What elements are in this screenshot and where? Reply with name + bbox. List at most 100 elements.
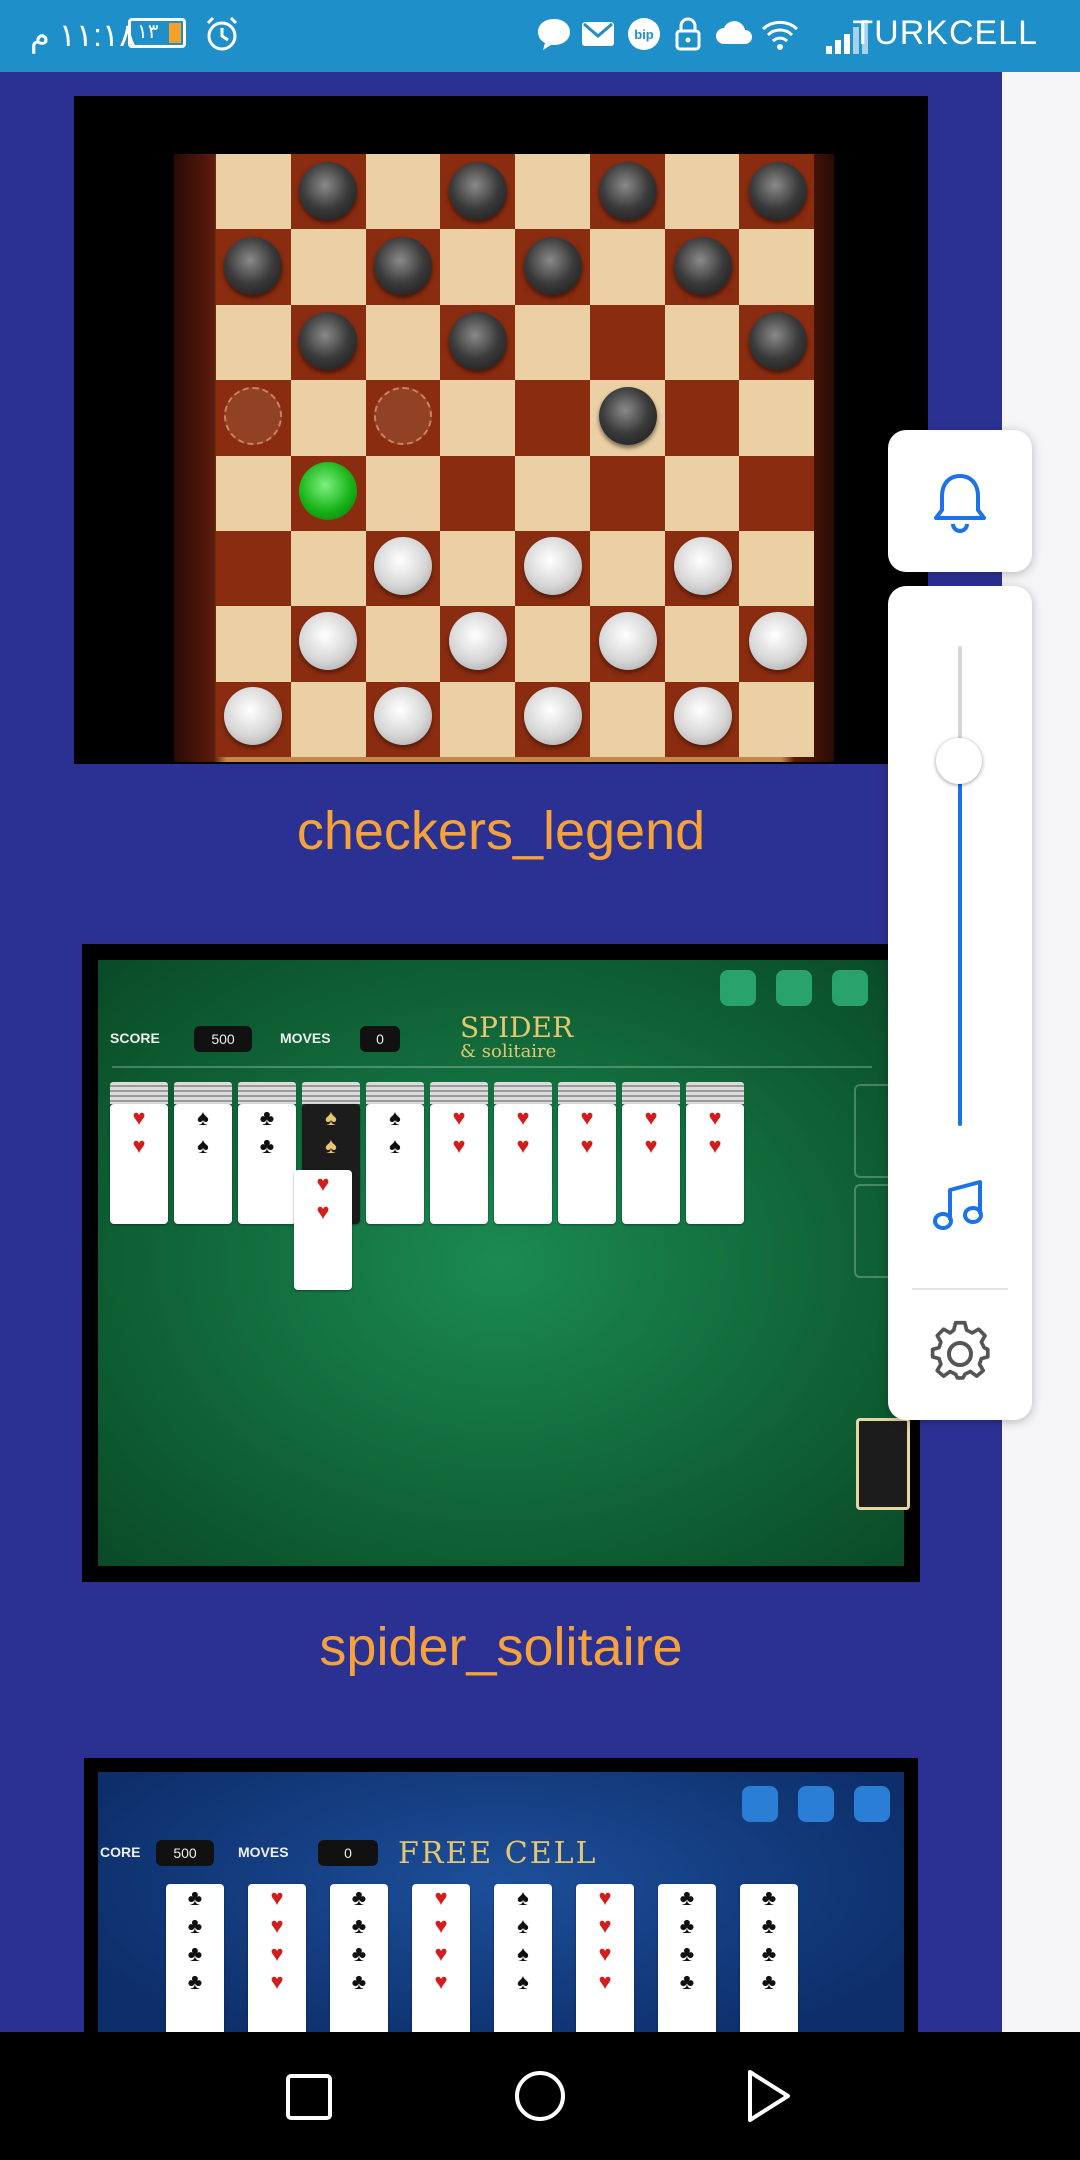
lock-icon [675,17,701,51]
game-thumbnail-checkers-legend[interactable] [74,96,928,764]
checker-piece [524,687,582,745]
checker-piece [224,687,282,745]
cloud-icon [716,21,752,44]
checker-piece [374,537,432,595]
checker-piece [599,612,657,670]
panel-divider [912,1288,1008,1290]
playing-card[interactable]: ♥ ♥ [686,1104,744,1224]
gear-icon[interactable] [928,1320,992,1384]
checker-piece [674,237,732,295]
bell-icon [934,474,986,533]
playing-card[interactable]: ♥ ♥ [430,1104,488,1224]
chat-button[interactable] [854,1786,890,1822]
game-thumbnail-freecell-solitaire[interactable]: CORE 500 MOVES 0 FREE CELL ♣ ♣ ♣ ♣ ♥ ♥ ♥ … [84,1758,918,2032]
playing-card[interactable]: ♣ ♣ ♣ ♣ [658,1884,716,2032]
status-bar: ١١:١٨ م ١٣ bip TURKCELL [0,0,1080,72]
game-title-checkers-legend[interactable]: checkers_legend [0,800,1002,862]
checker-piece [674,537,732,595]
recent-apps-icon[interactable] [284,2072,334,2122]
battery-level: ١٣ [137,21,159,43]
playing-card[interactable]: ♣ ♣ [238,1104,296,1224]
checker-piece [224,237,282,295]
home-icon[interactable] [512,2068,568,2124]
freecell-score-label: CORE [100,1844,141,1860]
checker-piece [749,612,807,670]
playing-card[interactable]: ♥ ♥ ♥ ♥ [248,1884,306,2032]
playing-card[interactable]: ♣ ♣ ♣ ♣ [330,1884,388,2032]
checker-piece [374,387,432,445]
spider-logo: SPIDER & solitaire [460,1011,574,1063]
playing-card[interactable]: ♥ ♥ ♥ ♥ [412,1884,470,2032]
face-down-stack [302,1082,360,1104]
carrier-name: TURKCELL [852,14,1038,52]
playing-card[interactable]: ♠ ♠ [174,1104,232,1224]
stock-pile[interactable] [856,1418,910,1510]
face-down-stack [238,1082,296,1104]
volume-fill [958,761,962,1126]
freecell-solitaire-table: CORE 500 MOVES 0 FREE CELL ♣ ♣ ♣ ♣ ♥ ♥ ♥ … [98,1772,904,2032]
playing-card[interactable]: ♥ ♥ [622,1104,680,1224]
volume-panel [888,586,1032,1420]
checker-piece [449,612,507,670]
spider-score-label: SCORE [110,1030,160,1046]
playing-card[interactable]: ♥ ♥ [110,1104,168,1224]
settings-button[interactable] [742,1786,778,1822]
game-thumbnail-spider-solitaire[interactable]: SCORE 500 MOVES 0 SPIDER & solitaire ♥ ♥… [82,944,920,1582]
playing-card[interactable]: ♥ ♥ ♥ ♥ [576,1884,634,2032]
playing-card[interactable]: ♣ ♣ ♣ ♣ [740,1884,798,2032]
spider-solitaire-table: SCORE 500 MOVES 0 SPIDER & solitaire ♥ ♥… [98,960,910,1566]
face-down-stack [430,1082,488,1104]
mail-icon [582,22,614,46]
checker-piece [449,162,507,220]
game-title-spider-solitaire[interactable]: spider_solitaire [0,1616,1002,1678]
checker-piece [524,237,582,295]
alarm-icon [206,16,238,51]
checker-piece [299,162,357,220]
spider-score-value: 500 [194,1026,252,1052]
freecell-moves-label: MOVES [238,1844,289,1860]
face-down-stack [622,1082,680,1104]
checker-piece [374,687,432,745]
back-icon[interactable] [744,2068,794,2124]
face-down-stack [110,1082,168,1104]
playing-card[interactable]: ♥ ♥ [558,1104,616,1224]
svg-text:bip: bip [634,27,654,42]
spider-moves-value: 0 [360,1026,400,1052]
playing-card[interactable]: ♣ ♣ ♣ ♣ [166,1884,224,2032]
playing-card[interactable]: ♠ ♠ ♠ ♠ [494,1884,552,2032]
checker-piece [299,312,357,370]
bip-icon: bip [628,18,660,50]
freecell-moves-value: 0 [318,1840,378,1866]
face-down-stack [494,1082,552,1104]
playing-card[interactable]: ♠ ♠ [366,1104,424,1224]
face-down-stack [174,1082,232,1104]
checker-piece [524,537,582,595]
volume-slider-thumb[interactable] [936,738,982,785]
battery-icon: ١٣ [128,18,186,48]
wifi-icon [761,20,799,50]
status-time: ١١:١٨ م [30,17,137,53]
face-down-stack [558,1082,616,1104]
game-list[interactable]: checkers_legend SCORE 500 MOVES 0 SPIDER… [0,72,1002,2032]
freecell-logo: FREE CELL [398,1836,598,1871]
home-button[interactable] [776,970,812,1006]
checkers-board [216,154,814,757]
playing-card[interactable]: ♥ ♥ [494,1104,552,1224]
undo-button[interactable] [720,970,756,1006]
dragged-card[interactable]: ♥ ♥ [294,1170,352,1290]
music-note-icon[interactable] [930,1176,990,1236]
checker-piece [224,387,282,445]
checker-piece [749,312,807,370]
spider-moves-label: MOVES [280,1030,331,1046]
volume-track[interactable] [936,646,982,1126]
help-button[interactable] [798,1786,834,1822]
freecell-score-value: 500 [156,1840,214,1866]
notification-button[interactable] [888,430,1032,572]
checker-piece [599,162,657,220]
selected-piece [299,462,357,520]
checker-piece [374,237,432,295]
face-down-stack [686,1082,744,1104]
checker-piece [299,612,357,670]
hint-button[interactable] [832,970,868,1006]
checker-piece [749,162,807,220]
